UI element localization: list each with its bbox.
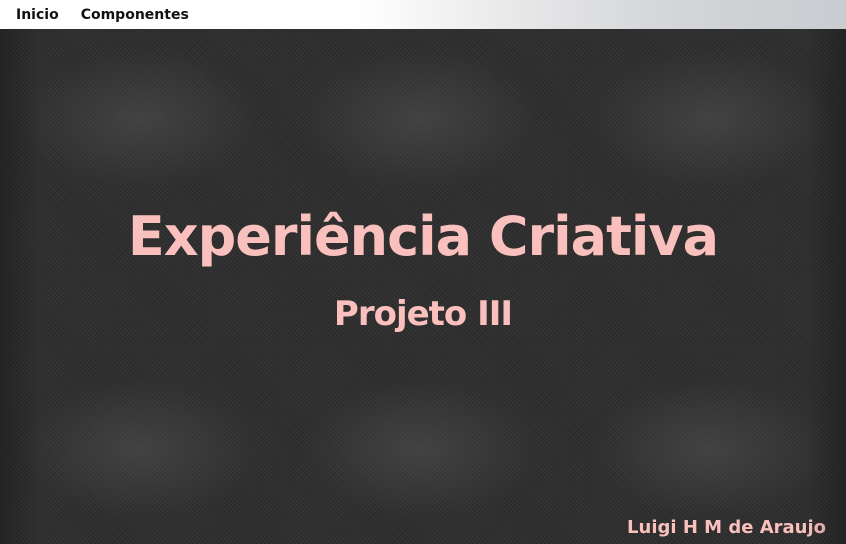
hero-subtitle: Projeto III xyxy=(333,294,513,334)
nav-link-inicio[interactable]: Inicio xyxy=(16,7,59,23)
page: Inicio Componentes Experiência Criativa … xyxy=(0,0,846,544)
top-navbar: Inicio Componentes xyxy=(0,0,846,29)
hero-section: Experiência Criativa Projeto III Luigi H… xyxy=(0,29,846,544)
nav-link-componentes[interactable]: Componentes xyxy=(81,7,189,23)
author-name: Luigi H M de Araujo xyxy=(627,517,826,538)
hero-title: Experiência Criativa xyxy=(127,205,719,268)
